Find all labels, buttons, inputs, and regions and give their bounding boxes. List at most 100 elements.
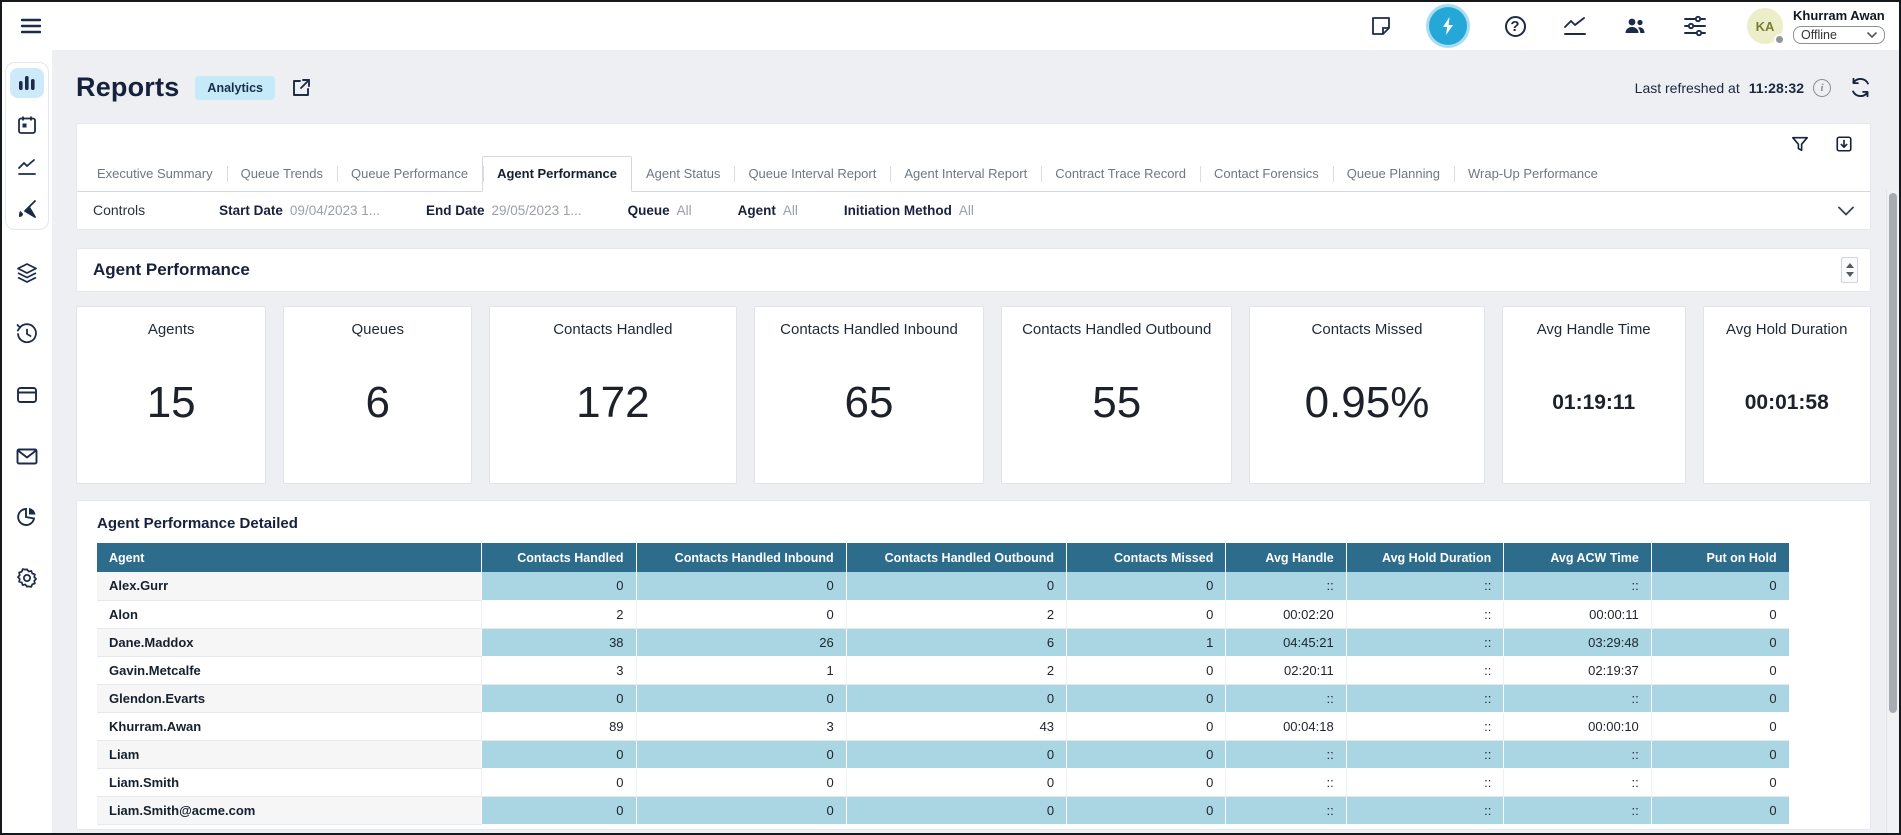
agent-name-cell: Liam.Smith: [97, 768, 482, 796]
value-cell: 0: [1651, 656, 1788, 684]
gear-icon[interactable]: [10, 563, 44, 593]
control-start-date[interactable]: Start Date09/04/2023 1...: [219, 203, 380, 218]
sliders-icon[interactable]: [1683, 14, 1707, 38]
download-icon[interactable]: [1834, 134, 1854, 154]
kpi-label: Contacts Handled: [553, 321, 672, 338]
filter-icon[interactable]: [1790, 134, 1810, 154]
col-header-agent[interactable]: Agent: [97, 543, 482, 572]
value-cell: 0: [636, 572, 846, 600]
value-cell: ::: [1346, 740, 1504, 768]
value-cell: 0: [846, 572, 1066, 600]
layers-icon[interactable]: [10, 258, 44, 288]
value-cell: 0: [482, 740, 636, 768]
kpi-label: Contacts Handled Inbound: [780, 321, 958, 338]
tab-agent-status[interactable]: Agent Status: [632, 157, 734, 191]
value-cell: 0: [1067, 712, 1226, 740]
col-header-put-on-hold[interactable]: Put on Hold: [1651, 543, 1788, 572]
kpi-card-contacts-handled-outbound: Contacts Handled Outbound55: [1001, 306, 1232, 484]
tab-executive-summary[interactable]: Executive Summary: [83, 157, 227, 191]
trend-icon[interactable]: [10, 152, 44, 182]
value-cell: 89: [482, 712, 636, 740]
value-cell: 38: [482, 628, 636, 656]
agent-name-cell: Khurram.Awan: [97, 712, 482, 740]
avatar-initials: KA: [1756, 19, 1775, 34]
control-queue[interactable]: QueueAll: [628, 203, 692, 218]
col-header-avg-hold-duration[interactable]: Avg Hold Duration: [1346, 543, 1504, 572]
col-header-contacts-handled-inbound[interactable]: Contacts Handled Inbound: [636, 543, 846, 572]
scrollbar-thumb[interactable]: [1889, 193, 1897, 713]
avatar[interactable]: KA: [1747, 8, 1783, 44]
value-cell: 3: [636, 712, 846, 740]
value-cell: 0: [636, 796, 846, 824]
report-tabs: Executive SummaryQueue TrendsQueue Perfo…: [77, 156, 1870, 192]
controls-collapse-chevron-icon[interactable]: [1838, 206, 1854, 215]
menu-icon[interactable]: [18, 13, 44, 39]
value-cell: 0: [482, 796, 636, 824]
value-cell: 02:20:11: [1226, 656, 1346, 684]
col-header-contacts-handled-outbound[interactable]: Contacts Handled Outbound: [846, 543, 1066, 572]
brush-icon[interactable]: [10, 194, 44, 224]
refresh-icon[interactable]: [1850, 77, 1871, 98]
tab-contract-trace-record[interactable]: Contract Trace Record: [1041, 157, 1200, 191]
table-row-alex-gurr: Alex.Gurr0000::::::0: [97, 572, 1789, 600]
tab-queue-trends[interactable]: Queue Trends: [227, 157, 337, 191]
tab-queue-interval-report[interactable]: Queue Interval Report: [734, 157, 890, 191]
value-cell: 0: [636, 684, 846, 712]
kpi-row: Agents15Queues6Contacts Handled172Contac…: [76, 306, 1871, 484]
kpi-card-contacts-handled: Contacts Handled172: [489, 306, 737, 484]
calendar-icon[interactable]: [10, 110, 44, 140]
tab-contact-forensics[interactable]: Contact Forensics: [1200, 157, 1333, 191]
status-select[interactable]: Offline: [1793, 26, 1885, 44]
col-header-contacts-missed[interactable]: Contacts Missed: [1067, 543, 1226, 572]
bolt-icon[interactable]: [1429, 7, 1467, 45]
col-header-contacts-handled[interactable]: Contacts Handled: [482, 543, 636, 572]
control-value: All: [959, 203, 974, 218]
page-scrollbar[interactable]: [1886, 190, 1899, 833]
col-header-avg-handle[interactable]: Avg Handle: [1226, 543, 1346, 572]
note-icon[interactable]: [1369, 14, 1393, 38]
tab-wrap-up-performance[interactable]: Wrap-Up Performance: [1454, 157, 1612, 191]
kpi-label: Avg Hold Duration: [1726, 321, 1847, 338]
agent-name-cell: Gavin.Metcalfe: [97, 656, 482, 684]
agent-name-cell: Alex.Gurr: [97, 572, 482, 600]
bar-chart-icon[interactable]: [10, 68, 44, 98]
value-cell: ::: [1346, 628, 1504, 656]
tab-agent-performance[interactable]: Agent Performance: [482, 156, 632, 192]
history-icon[interactable]: [10, 319, 44, 349]
value-cell: 00:00:11: [1504, 600, 1651, 628]
kpi-value: 6: [365, 378, 389, 428]
table-row-dane-maddox: Dane.Maddox38266104:45:21::03:29:480: [97, 628, 1789, 656]
value-cell: 0: [1067, 740, 1226, 768]
value-cell: 00:00:10: [1504, 712, 1651, 740]
section-titlebar: Agent Performance: [76, 248, 1871, 292]
help-icon[interactable]: ?: [1503, 14, 1527, 38]
tab-queue-performance[interactable]: Queue Performance: [337, 157, 482, 191]
analytics-icon[interactable]: [1563, 14, 1587, 38]
control-initiation-method[interactable]: Initiation MethodAll: [844, 203, 974, 218]
value-cell: ::: [1504, 572, 1651, 600]
table-row-liam: Liam0000::::::0: [97, 740, 1789, 768]
section-stepper[interactable]: [1841, 257, 1858, 283]
users-icon[interactable]: [1623, 14, 1647, 38]
value-cell: ::: [1346, 656, 1504, 684]
pie-chart-icon[interactable]: [10, 502, 44, 532]
value-cell: 0: [1651, 628, 1788, 656]
info-icon[interactable]: i: [1813, 79, 1831, 97]
kpi-value: 00:01:58: [1745, 391, 1829, 415]
external-link-icon[interactable]: [291, 77, 312, 98]
mail-icon[interactable]: [10, 441, 44, 471]
controls-bar: Controls Start Date09/04/2023 1...End Da…: [77, 192, 1870, 229]
value-cell: 1: [1067, 628, 1226, 656]
kpi-label: Agents: [148, 321, 195, 338]
control-end-date[interactable]: End Date29/05/2023 1...: [426, 203, 582, 218]
value-cell: 0: [1067, 684, 1226, 712]
window-icon[interactable]: [10, 380, 44, 410]
user-name: Khurram Awan: [1793, 8, 1885, 23]
control-agent[interactable]: AgentAll: [738, 203, 798, 218]
kpi-label: Queues: [351, 321, 404, 338]
col-header-avg-acw-time[interactable]: Avg ACW Time: [1504, 543, 1651, 572]
tab-queue-planning[interactable]: Queue Planning: [1333, 157, 1454, 191]
control-value: 09/04/2023 1...: [290, 203, 380, 218]
tab-agent-interval-report[interactable]: Agent Interval Report: [890, 157, 1041, 191]
kpi-card-contacts-handled-inbound: Contacts Handled Inbound65: [754, 306, 985, 484]
